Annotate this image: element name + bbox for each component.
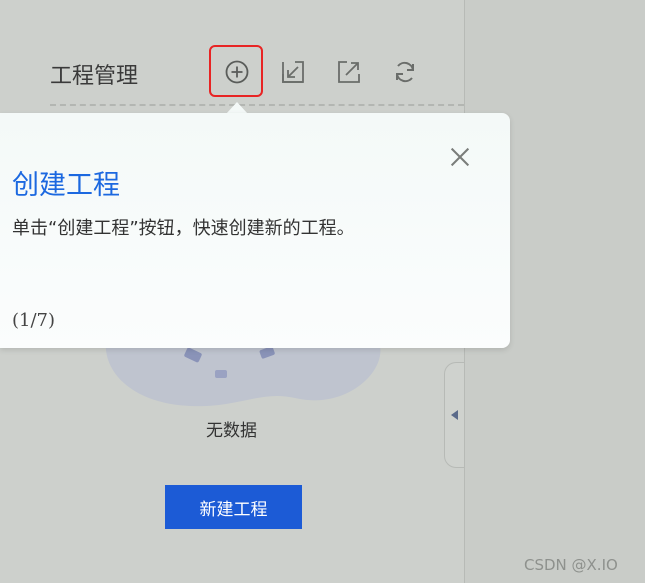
tour-highlight-frame [209,45,263,97]
tour-popover: 创建工程 单击“创建工程”按钮，快速创建新的工程。 (1/7) [0,113,510,348]
watermark: CSDN @X.IO [524,556,618,574]
toolbar-divider [50,104,464,106]
popover-title: 创建工程 [12,170,120,201]
empty-state-text: 无数据 [206,421,257,441]
refresh-button[interactable] [389,56,421,88]
collapse-panel-handle[interactable] [444,362,464,468]
export-project-button[interactable] [333,56,365,88]
close-icon [450,147,470,167]
import-icon [282,61,304,83]
import-project-button[interactable] [277,56,309,88]
refresh-icon [396,61,414,83]
popover-step-counter: (1/7) [12,310,56,331]
export-icon [338,61,360,83]
panel-title: 工程管理 [50,64,139,89]
popover-close-button[interactable] [446,143,474,171]
create-project-button[interactable]: 新建工程 [165,485,302,529]
caret-left-icon [450,410,458,420]
popover-description: 单击“创建工程”按钮，快速创建新的工程。 [12,218,355,239]
